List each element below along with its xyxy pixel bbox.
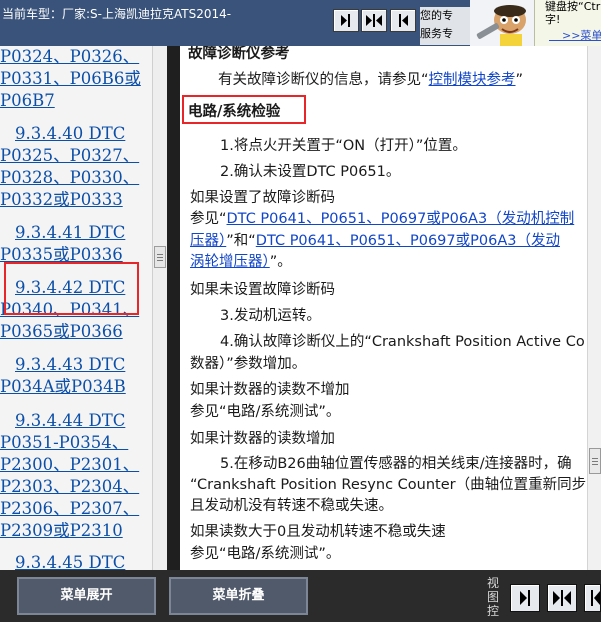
- condition-counter-not-increase: 如果计数器的读数不增加: [190, 382, 350, 398]
- view-right-panel-button[interactable]: [584, 584, 601, 612]
- menu-link-underline: [549, 40, 601, 41]
- top-heading: 故障诊断仪参考: [188, 46, 290, 62]
- view-label-char: 视: [486, 576, 499, 590]
- toc-line: P0365或P0366: [0, 322, 123, 341]
- content-scrollbar-thumb[interactable]: [589, 448, 601, 474]
- toc-line: P034A或P034B: [0, 377, 126, 396]
- toc-line: P2303、P2304、: [0, 477, 140, 496]
- toc-line: P0328、P0330、: [0, 168, 140, 187]
- toc-line: P2306、P2307、: [0, 499, 140, 518]
- toc-line: P06B7: [0, 91, 55, 110]
- collapse-menu-button[interactable]: 菜单折叠: [169, 577, 308, 615]
- view-control-label: 视 图 控: [483, 576, 503, 618]
- see-links-line-3: 涡轮增压器）”。: [190, 250, 292, 271]
- expand-menu-button[interactable]: 菜单展开: [17, 577, 156, 615]
- expert-line-1: 您的专: [420, 9, 453, 22]
- top-bar: 当前车型：厂家:S-上海凯迪拉克ATS2014- 您的专 服务专 键盘按“Ctr…: [0, 0, 601, 46]
- bottom-bar: 菜单展开 菜单折叠 视 图 控: [0, 570, 601, 622]
- arrow-left-bar-icon: [399, 14, 408, 27]
- dtc-link-1-cont[interactable]: 压器）: [190, 233, 226, 249]
- mascot-icon: [470, 0, 538, 46]
- see-test-2: 参见“电路/系统测试”。: [190, 546, 341, 562]
- show-right-panel-button[interactable]: [390, 9, 416, 32]
- toc-item-p0324[interactable]: P0324、P0326、 P0331、P06B6或 P06B7: [0, 46, 141, 112]
- toc-line: P0325、P0327、: [0, 146, 140, 165]
- step-3: 3.发动机运转。: [220, 308, 321, 324]
- toc-scrollbar-thumb[interactable]: [154, 246, 166, 268]
- step-5-cont-2: 且发动机没有转速不稳或失速。: [190, 498, 393, 514]
- condition-reading-gt-zero: 如果读数大于0且发动机转速不稳或失速: [190, 524, 446, 540]
- condition-dtc-not-set: 如果未设置故障诊断码: [190, 282, 335, 298]
- step-5-cont: “Crankshaft Position Resync Counter（曲轴位置…: [190, 477, 587, 493]
- tip-box: 键盘按“Ctrl 字! >>菜单: [534, 0, 601, 46]
- arrow-left-bar-icon: [591, 590, 600, 606]
- toc-item-9-3-4-40[interactable]: 9.3.4.40 DTC P0325、P0327、 P0328、P0330、 P…: [0, 123, 139, 211]
- double-arrow-icon: [553, 590, 571, 606]
- tip-line-2: 字!: [545, 13, 561, 26]
- ref-prefix: 有关故障诊断仪的信息，请参见“: [218, 72, 429, 88]
- ref-suffix: ”: [515, 72, 524, 88]
- toc-item-9-3-4-44[interactable]: 9.3.4.44 DTC P0351-P0354、 P2300、P2301、 P…: [0, 410, 139, 542]
- toc-line: 9.3.4.45 DTC: [15, 553, 126, 570]
- toc-line: 9.3.4.44 DTC: [15, 411, 126, 430]
- end-quote: ”。: [269, 254, 292, 270]
- toc-item-9-3-4-43[interactable]: 9.3.4.43 DTC P034A或P034B: [0, 354, 126, 398]
- see-test-1: 参见“电路/系统测试”。: [190, 404, 341, 420]
- toc-line: P0351-P0354、: [0, 433, 129, 452]
- panel-divider[interactable]: [167, 46, 180, 570]
- dtc-link-2[interactable]: DTC P0641、P0651、P0697或P06A3（发动: [256, 233, 560, 249]
- see-links-line-2: 压器）”和“DTC P0641、P0651、P0697或P06A3（发动: [190, 229, 560, 250]
- view-label-char: 图: [486, 590, 499, 604]
- toc-line: 9.3.4.41 DTC: [15, 223, 126, 242]
- and-text: ”和“: [226, 233, 256, 249]
- toc-item-9-3-4-45[interactable]: 9.3.4.45 DTC: [0, 552, 125, 570]
- step-4: 4.确认故障诊断仪上的“Crankshaft Position Active C…: [220, 334, 585, 350]
- control-module-ref-link[interactable]: 控制模块参考: [429, 72, 516, 88]
- dtc-link-2-cont[interactable]: 涡轮增压器）: [190, 254, 270, 270]
- toc-line: P0324、P0326、: [0, 47, 140, 66]
- vehicle-info: 当前车型：厂家:S-上海凯迪拉克ATS2014-: [2, 7, 232, 21]
- tip-line-1: 键盘按“Ctrl: [545, 0, 601, 13]
- toc-scrollbar[interactable]: [152, 46, 167, 570]
- double-arrow-icon: [366, 14, 382, 27]
- step-5: 5.在移动B26曲轴位置传感器的相关线束/连接器时，确: [220, 456, 572, 472]
- toc-line: 9.3.4.40 DTC: [15, 124, 126, 143]
- selected-item-highlight: [4, 262, 139, 315]
- step-2: 2.确认未设置DTC P0651。: [220, 164, 401, 180]
- show-left-panel-button[interactable]: [333, 9, 359, 32]
- view-label-char: 控: [486, 604, 499, 618]
- show-both-panels-button[interactable]: [361, 9, 387, 32]
- toc-item-9-3-4-41[interactable]: 9.3.4.41 DTC P0335或P0336: [0, 222, 125, 266]
- reference-line: 有关故障诊断仪的信息，请参见“控制模块参考”: [218, 68, 523, 89]
- condition-dtc-set: 如果设置了故障诊断码: [190, 190, 335, 206]
- arrow-right-bar-icon: [520, 590, 530, 606]
- section-heading-highlight: [182, 95, 306, 124]
- toc-line: P2300、P2301、: [0, 455, 140, 474]
- step-4-cont: 数器）”参数增加。: [190, 356, 307, 372]
- see-links-line-1: 参见“DTC P0641、P0651、P0697或P06A3（发动机控制: [190, 207, 574, 228]
- content-panel: 故障诊断仪参考 有关故障诊断仪的信息，请参见“控制模块参考” 电路/系统检验 1…: [180, 46, 587, 570]
- toc-line: P2309或P2310: [0, 521, 123, 540]
- dtc-link-1[interactable]: DTC P0641、P0651、P0697或P06A3（发动机控制: [227, 211, 575, 227]
- content-scrollbar[interactable]: [587, 46, 601, 570]
- step-1: 1.将点火开关置于“ON（打开）”位置。: [220, 138, 467, 154]
- view-left-panel-button[interactable]: [510, 584, 540, 612]
- toc-line: P0332或P0333: [0, 190, 123, 209]
- view-both-panels-button[interactable]: [547, 584, 577, 612]
- condition-counter-increase: 如果计数器的读数增加: [190, 431, 335, 447]
- expert-service-box[interactable]: 您的专 服务专: [420, 7, 472, 45]
- see-prefix: 参见“: [190, 211, 227, 227]
- toc-panel: P0324、P0326、 P0331、P06B6或 P06B7 9.3.4.40…: [0, 46, 152, 570]
- arrow-right-bar-icon: [341, 14, 350, 27]
- expert-line-2: 服务专: [420, 27, 453, 40]
- toc-line: 9.3.4.43 DTC: [15, 355, 126, 374]
- toc-line: P0331、P06B6或: [0, 69, 141, 88]
